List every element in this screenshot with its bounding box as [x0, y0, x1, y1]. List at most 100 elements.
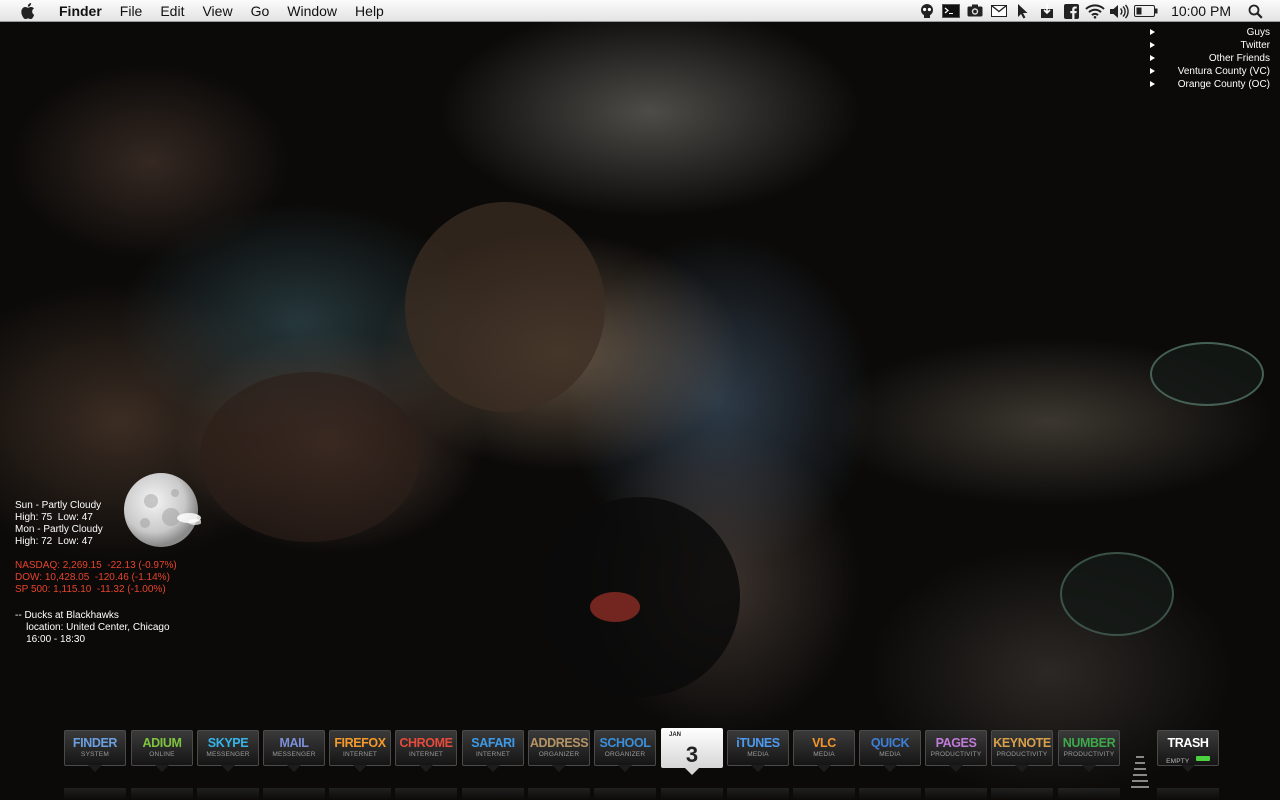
menu-extras: 10:00 PM	[915, 0, 1280, 22]
dock-pointer	[817, 765, 831, 772]
dock-item-skype[interactable]: SKYPE MESSENGER	[197, 730, 259, 766]
apple-menu-icon[interactable]	[20, 2, 36, 19]
dock-reflection	[925, 788, 987, 800]
dock-item-vlc[interactable]: VLC MEDIA	[793, 730, 855, 766]
dock-reflection	[594, 788, 656, 800]
dock-item-sublabel: SYSTEM	[81, 751, 109, 758]
list-item-label: Ventura County (VC)	[1177, 66, 1270, 77]
stock-sp500: SP 500: 1,115.10 -11.32 (-1.00%)	[15, 584, 166, 595]
volume-icon[interactable]	[1108, 0, 1130, 22]
menu-edit[interactable]: Edit	[151, 0, 193, 22]
dock-item-number[interactable]: NUMBER PRODUCTIVITY	[1058, 730, 1120, 766]
dock-reflection	[859, 788, 921, 800]
dock-pointer	[88, 765, 102, 772]
dock-reflection	[64, 788, 126, 800]
dock-item-safari[interactable]: SAFARI INTERNET	[462, 730, 524, 766]
menu-go[interactable]: Go	[242, 0, 279, 22]
dock-item-label: QUICK	[870, 736, 910, 750]
download-icon[interactable]	[1036, 0, 1058, 22]
dock-pointer	[685, 768, 699, 775]
menu-view[interactable]: View	[193, 0, 241, 22]
dock-item-label: VLC	[812, 736, 836, 750]
dock-item-label: PAGES	[935, 736, 977, 750]
list-item[interactable]: Ventura County (VC)	[1150, 65, 1270, 78]
list-item[interactable]: Other Friends	[1150, 52, 1270, 65]
camera-icon[interactable]	[964, 0, 986, 22]
dock-item-calendar[interactable]: JAN 3	[661, 728, 723, 768]
dock-reflection	[793, 788, 855, 800]
dock-item-itunes[interactable]: iTUNES MEDIA	[727, 730, 789, 766]
list-item-label: Guys	[1246, 27, 1270, 38]
list-item-label: Twitter	[1240, 40, 1270, 51]
dock-pointer	[353, 765, 367, 772]
event-time: 16:00 - 18:30	[15, 634, 86, 645]
cursor-icon[interactable]	[1012, 0, 1034, 22]
dock-pointer	[1082, 765, 1096, 772]
dock-item-quick[interactable]: QUICK MEDIA	[859, 730, 921, 766]
calendar-event-widget: -- Ducks at Blackhawks location: United …	[15, 610, 170, 646]
disclosure-triangle-icon[interactable]	[1150, 68, 1155, 74]
desktop-wallpaper	[0, 22, 1280, 800]
disclosure-triangle-icon[interactable]	[1150, 55, 1155, 61]
list-item-label: Orange County (OC)	[1177, 79, 1270, 90]
dock-item-mail[interactable]: MAIL MESSENGER	[263, 730, 325, 766]
menu-window[interactable]: Window	[278, 0, 346, 22]
dock-reflection	[329, 788, 391, 800]
dock-item-firefox[interactable]: FIREFOX INTERNET	[329, 730, 391, 766]
event-location: location: United Center, Chicago	[15, 622, 170, 633]
dock-reflection	[131, 788, 193, 800]
wallpaper-detail	[540, 497, 740, 697]
dock-reflection	[1157, 788, 1219, 800]
dock-item-label: FIREFOX	[334, 736, 386, 750]
dock-reflection	[727, 788, 789, 800]
dock-item-sublabel: INTERNET	[342, 751, 378, 758]
dock-pointer	[221, 765, 235, 772]
facebook-icon[interactable]	[1060, 0, 1082, 22]
wifi-icon[interactable]	[1084, 0, 1106, 22]
dock-item-label: MAIL	[279, 736, 309, 750]
dock-reflection	[991, 788, 1053, 800]
dock-pointer	[1015, 765, 1029, 772]
dock-item-sublabel: INTERNET	[408, 751, 444, 758]
dock-item-label: KEYNOTE	[993, 736, 1051, 750]
dock-item-sublabel: ORGANIZER	[538, 751, 580, 758]
battery-icon[interactable]	[1132, 0, 1160, 22]
menu-app-name[interactable]: Finder	[50, 0, 111, 22]
dock-item-finder[interactable]: FINDER SYSTEM	[64, 730, 126, 766]
calendar-day: 3	[685, 742, 699, 767]
weather-line: Mon - Partly Cloudy	[15, 524, 103, 535]
menu-file[interactable]: File	[111, 0, 152, 22]
dock-item-adium[interactable]: ADIUM ONLINE	[131, 730, 193, 766]
dock-item-label: FINDER	[72, 736, 118, 750]
trash-empty-indicator	[1195, 756, 1210, 762]
list-item[interactable]: Orange County (OC)	[1150, 78, 1270, 91]
spotlight-search-icon[interactable]	[1244, 0, 1266, 22]
menu-clock[interactable]: 10:00 PM	[1171, 3, 1231, 19]
list-item[interactable]: Twitter	[1150, 39, 1270, 52]
disclosure-triangle-icon[interactable]	[1150, 29, 1155, 35]
list-item[interactable]: Guys	[1150, 26, 1270, 39]
dock-item-label: SAFARI	[471, 736, 515, 750]
wallpaper-detail	[405, 202, 605, 412]
disclosure-triangle-icon[interactable]	[1150, 42, 1155, 48]
menu-help[interactable]: Help	[346, 0, 393, 22]
dock-item-sublabel: ONLINE	[149, 751, 175, 758]
dock-item-label: CHROME	[399, 736, 453, 750]
dock-item-school[interactable]: SCHOOL ORGANIZER	[594, 730, 656, 766]
gmail-icon[interactable]	[988, 0, 1010, 22]
dock-item-pages[interactable]: PAGES PRODUCTIVITY	[925, 730, 987, 766]
disclosure-triangle-icon[interactable]	[1150, 81, 1155, 87]
dock-pointer	[486, 765, 500, 772]
dock-pointer	[883, 765, 897, 772]
dock-item-keynote[interactable]: KEYNOTE PRODUCTIVITY	[991, 730, 1053, 766]
dock-item-address[interactable]: ADDRESS ORGANIZER	[528, 730, 590, 766]
dock-item-trash[interactable]: TRASH EMPTY	[1157, 730, 1219, 766]
dock-pointer	[155, 765, 169, 772]
dock-reflection	[1058, 788, 1120, 800]
terminal-icon[interactable]	[940, 0, 962, 22]
stocks-widget: NASDAQ: 2,269.15 -22.13 (-0.97%) DOW: 10,…	[15, 560, 177, 596]
alien-icon[interactable]	[916, 0, 938, 22]
dock-reflection	[197, 788, 259, 800]
dock-item-sublabel: MEDIA	[747, 751, 769, 758]
dock-item-chrome[interactable]: CHROME INTERNET	[395, 730, 457, 766]
